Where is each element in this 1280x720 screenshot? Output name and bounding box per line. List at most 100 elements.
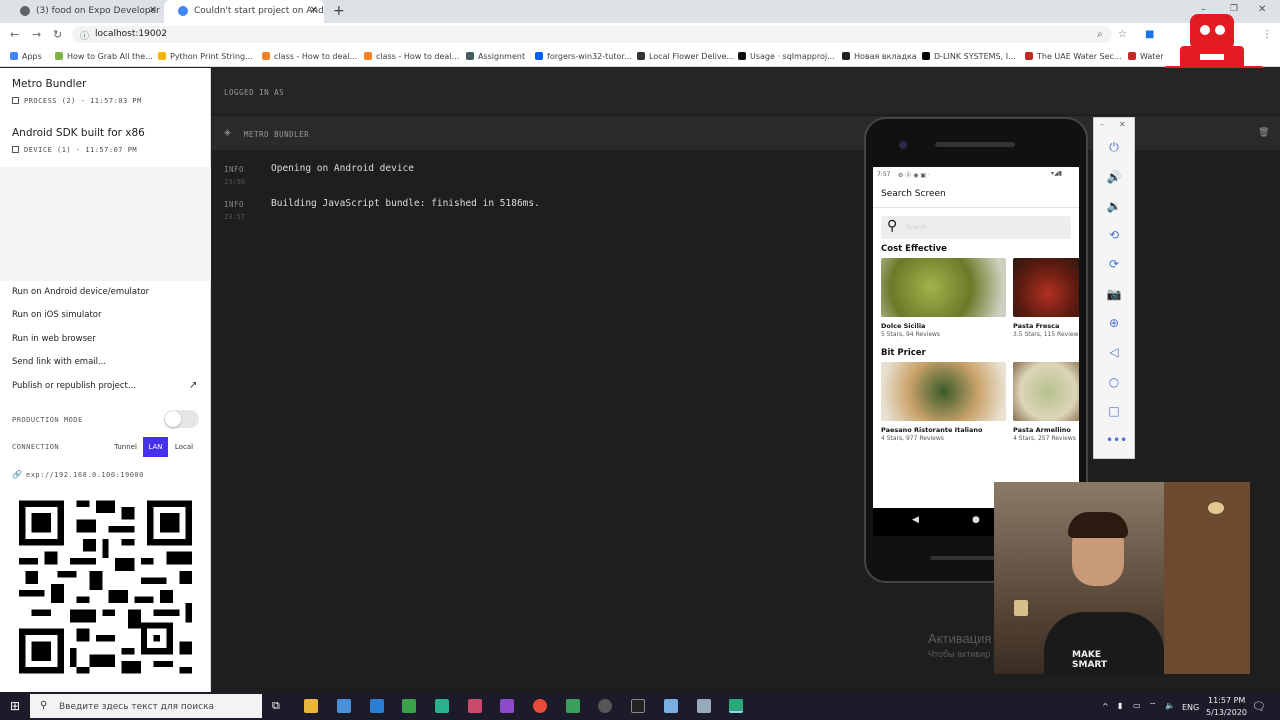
bookmark-item[interactable]: Local Flower Delive... xyxy=(637,52,734,61)
screen-title: Search Screen xyxy=(881,189,946,199)
trash-icon[interactable]: 🗑 xyxy=(1258,128,1269,138)
run-android-button[interactable]: Run on Android device/emulator xyxy=(12,287,149,297)
bookmark-item[interactable]: Water xyxy=(1128,52,1164,61)
connection-lan[interactable]: LAN xyxy=(143,437,168,457)
overview-icon[interactable]: □ xyxy=(1106,404,1122,418)
new-tab-button[interactable]: + xyxy=(333,3,345,19)
bundler-title[interactable]: Metro Bundler xyxy=(12,78,86,90)
notifications-icon[interactable]: 🗨 xyxy=(1252,700,1266,713)
restaurant-name: Pasta Fresca xyxy=(1013,322,1060,330)
task-view-icon[interactable]: ⧉ xyxy=(272,699,280,713)
volume-down-icon[interactable]: 🔉 xyxy=(1106,199,1122,213)
close-tab-icon[interactable]: ✕ xyxy=(310,5,318,16)
home-icon[interactable]: ○ xyxy=(1106,375,1122,389)
back-icon[interactable]: ← xyxy=(10,28,19,41)
tray-icon: ▭ xyxy=(1133,701,1141,710)
bookmark-item[interactable]: class - How to deal... xyxy=(262,52,357,61)
language-indicator[interactable]: ENG xyxy=(1182,703,1199,712)
nav-home-icon[interactable]: ● xyxy=(972,515,980,525)
connection-local[interactable]: Local xyxy=(170,437,198,457)
screenshot-icon[interactable]: 📷 xyxy=(1106,287,1122,301)
lamp xyxy=(1208,502,1224,514)
rotate-left-icon[interactable]: ⟲ xyxy=(1106,228,1122,242)
food-image[interactable] xyxy=(881,362,1006,421)
tray-chevron-icon[interactable]: ^ xyxy=(1102,702,1109,711)
app-icon[interactable] xyxy=(598,699,612,713)
send-link-button[interactable]: Send link with email... xyxy=(12,357,106,367)
clock-time[interactable]: 11:57 PM xyxy=(1208,696,1245,705)
more-icon[interactable]: ••• xyxy=(1106,433,1127,447)
status-time: 7:57 xyxy=(877,171,891,178)
chrome-icon[interactable] xyxy=(533,699,547,713)
bookmark-item[interactable]: Apps xyxy=(10,52,42,61)
emulator-taskbar-icon[interactable] xyxy=(729,699,743,713)
app-icon[interactable] xyxy=(468,699,482,713)
speaker-grille xyxy=(935,142,1015,147)
browser-tab[interactable]: (3) food on Expo Developer Tools ✕ xyxy=(6,0,163,23)
panel-title: METRO BUNDLER xyxy=(244,130,310,139)
bookmark-item[interactable]: D-LINK SYSTEMS, I... xyxy=(922,52,1016,61)
production-mode-toggle[interactable] xyxy=(164,410,199,428)
visual-studio-icon[interactable] xyxy=(500,699,514,713)
volume-up-icon[interactable]: 🔊 xyxy=(1106,170,1122,184)
bookmark-item[interactable]: How to Grab All the... xyxy=(55,52,153,61)
bookmark-item[interactable]: Assignment xyxy=(466,52,525,61)
restaurant-info: 4 Stars, 257 Reviews xyxy=(1013,435,1076,442)
camera-icon xyxy=(899,141,907,149)
person-hair xyxy=(1068,512,1128,538)
taskbar-search-placeholder: Введите здесь текст для поиска xyxy=(59,702,215,712)
webcam-overlay: MAKE SMART xyxy=(994,482,1250,674)
bookmark-item[interactable]: forgers-win32-tutor... xyxy=(535,52,632,61)
bookmark-item[interactable]: Python Print String... xyxy=(158,52,253,61)
forward-icon[interactable]: → xyxy=(32,28,41,41)
phone-screen[interactable]: 7:57 ⚙ ⓐ ◉ ▣ · ▾◢▮ Search Screen ⚲ Searc… xyxy=(873,167,1079,508)
power-icon[interactable]: ⏻ xyxy=(1106,140,1122,155)
android-studio-icon[interactable] xyxy=(566,699,580,713)
rotate-right-icon[interactable]: ⟳ xyxy=(1106,257,1122,271)
extension-icon[interactable]: ■ xyxy=(1145,29,1154,40)
windows-start-icon[interactable]: ⊞ xyxy=(10,699,20,713)
bookmark-item[interactable]: The UAE Water Sec... xyxy=(1025,52,1122,61)
bookmark-item[interactable]: class - How to deal... xyxy=(364,52,459,61)
pycharm-icon[interactable] xyxy=(402,699,416,713)
bookmark-item[interactable]: Новая вкладка xyxy=(842,52,917,61)
google-favicon-icon xyxy=(178,6,188,16)
emulator-minimize-icon[interactable]: – xyxy=(1100,120,1104,129)
nav-back-icon[interactable]: ◀ xyxy=(912,515,919,525)
back-icon[interactable]: ◁ xyxy=(1106,345,1122,359)
bookmark-star-icon[interactable]: ☆ xyxy=(1118,29,1127,40)
terminal-icon[interactable] xyxy=(631,699,645,713)
device-title[interactable]: Android SDK built for x86 xyxy=(12,127,145,139)
section-title: Cost Effective xyxy=(881,244,947,254)
clock-date[interactable]: 5/13/2020 xyxy=(1206,708,1247,717)
notification-icons: ⚙ ⓐ ◉ ▣ · xyxy=(898,172,930,179)
file-explorer-icon[interactable] xyxy=(304,699,318,713)
publish-button[interactable]: Publish or republish project... xyxy=(12,381,136,391)
browser-tab-active[interactable]: Couldn't start project on Android ✕ xyxy=(164,0,324,23)
log-message: Opening on Android device xyxy=(271,163,414,174)
vscode-icon[interactable] xyxy=(370,699,384,713)
url-text: localhost:19002 xyxy=(95,29,168,39)
app-icon[interactable] xyxy=(664,699,678,713)
reload-icon[interactable]: ↻ xyxy=(53,28,62,41)
exp-url[interactable]: exp://192.168.0.100:19000 xyxy=(26,471,144,479)
restaurant-name: Paesano Ristorante Italiano xyxy=(881,426,983,434)
connection-tunnel[interactable]: Tunnel xyxy=(110,437,141,457)
zoom-icon[interactable]: ⊕ xyxy=(1106,316,1122,330)
app-icon[interactable] xyxy=(435,699,449,713)
bookmark-item[interactable]: Usage · sqlmapproj... xyxy=(738,52,835,61)
run-web-button[interactable]: Run in web browser xyxy=(12,334,96,344)
close-tab-icon[interactable]: ✕ xyxy=(149,5,157,16)
food-image[interactable] xyxy=(1013,362,1079,421)
store-icon[interactable] xyxy=(337,699,351,713)
app-icon[interactable] xyxy=(697,699,711,713)
zoom-icon[interactable]: ⌕ xyxy=(1097,29,1103,40)
food-image[interactable] xyxy=(1013,258,1079,317)
url-field[interactable] xyxy=(72,26,1112,43)
run-ios-button[interactable]: Run on iOS simulator xyxy=(12,310,102,320)
food-image[interactable] xyxy=(881,258,1006,317)
info-icon[interactable]: ⓘ xyxy=(80,29,89,42)
search-icon: ⚲ xyxy=(40,700,48,711)
restaurant-info: 3.5 Stars, 115 Review xyxy=(1013,331,1079,338)
emulator-close-icon[interactable]: ✕ xyxy=(1119,120,1126,129)
